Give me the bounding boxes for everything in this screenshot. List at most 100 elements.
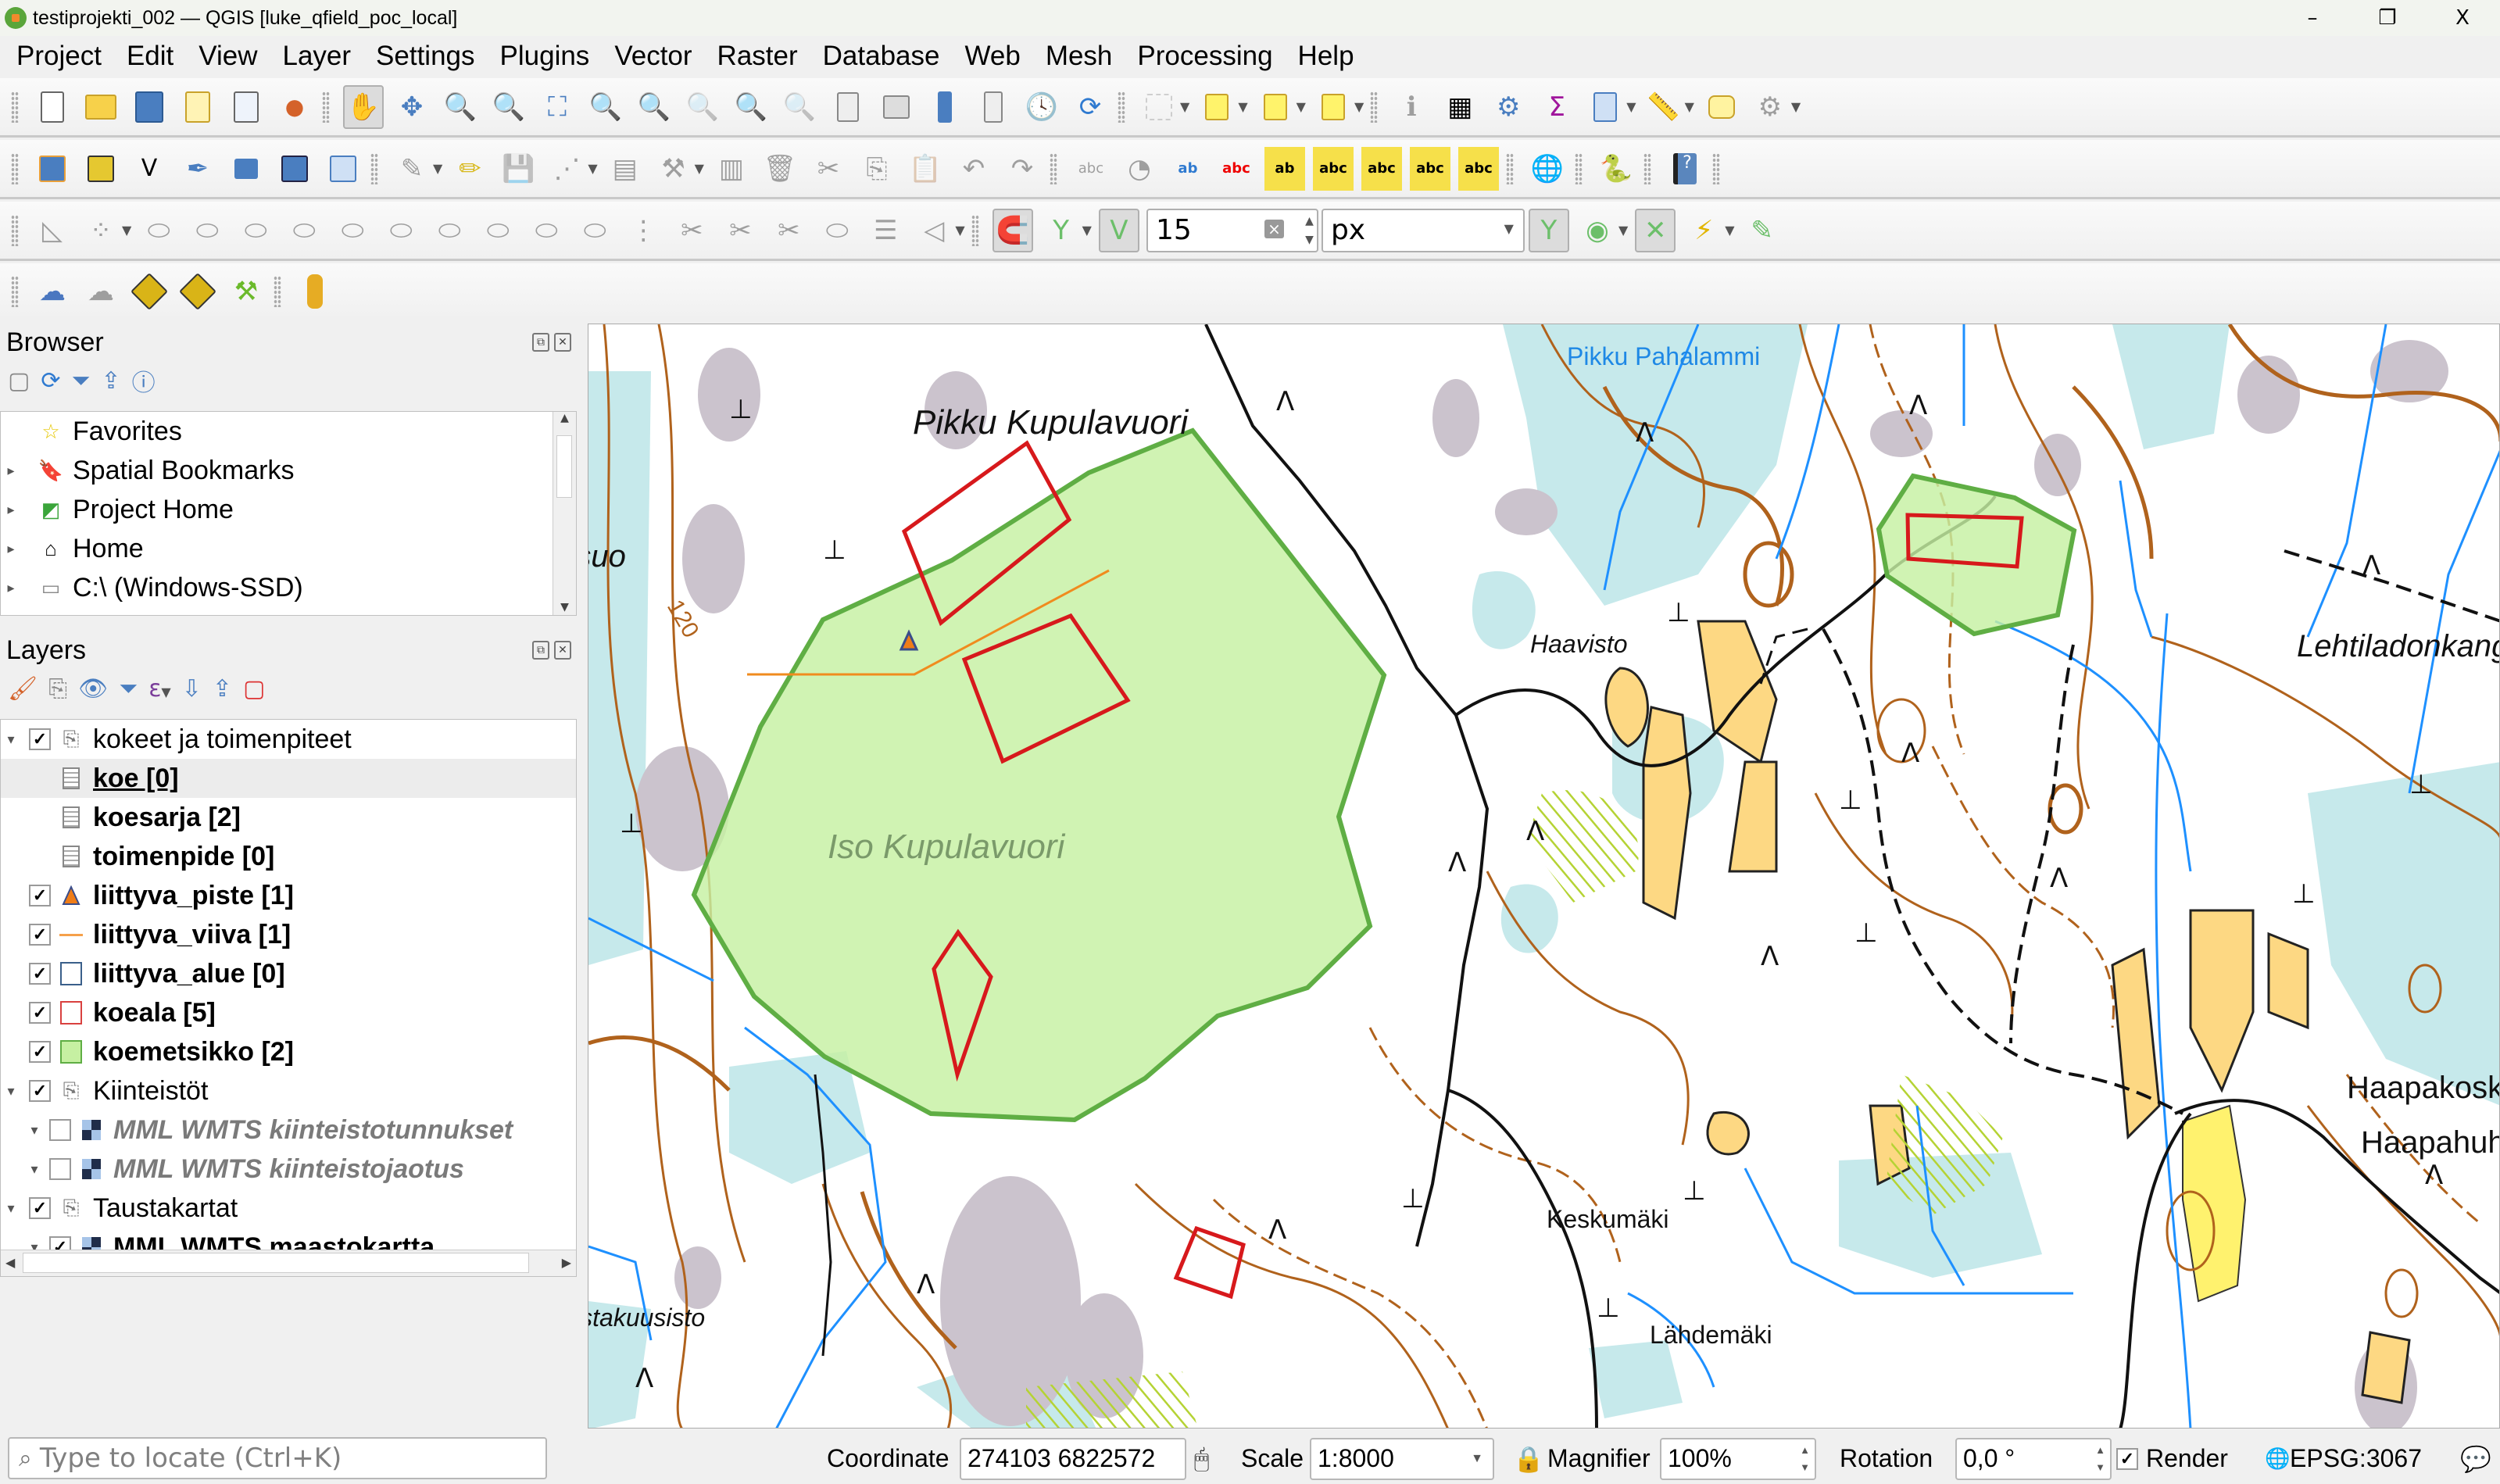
style-manager-icon[interactable]: ● [274, 85, 315, 129]
merge-attributes-icon[interactable]: ⬭ [817, 209, 857, 252]
toolbar-grip[interactable] [1711, 152, 1720, 184]
menu-vector[interactable]: Vector [606, 41, 700, 72]
snapping-layers-icon[interactable]: Y [1041, 209, 1082, 252]
current-edits-icon[interactable]: ✎ [392, 147, 432, 191]
magnifier-spinbox[interactable]: 100% ▲ ▼ [1660, 1437, 1816, 1480]
new-memory-layer-icon[interactable] [226, 147, 266, 191]
toolbar-grip[interactable] [1118, 91, 1125, 123]
menu-raster[interactable]: Raster [709, 41, 807, 72]
toolbar-grip[interactable] [11, 276, 19, 307]
deselect-features-icon[interactable] [1255, 85, 1296, 129]
simplify-feature-icon[interactable]: ⬭ [187, 209, 227, 252]
toolbar-grip[interactable] [322, 91, 330, 123]
attribute-table-icon[interactable] [1585, 85, 1626, 129]
menu-web[interactable]: Web [956, 41, 1028, 72]
topological-editing-icon[interactable]: Y [1528, 208, 1569, 252]
toolbar-grip[interactable] [1574, 152, 1583, 184]
measure-line-icon[interactable]: 📏 [1643, 85, 1684, 129]
layer-visibility-checkbox[interactable] [49, 1158, 71, 1180]
rotate-label-icon[interactable]: abc [1409, 146, 1450, 191]
undo-icon[interactable]: ↶ [953, 147, 994, 191]
add-selected-layers-icon[interactable]: ▢ [8, 367, 30, 395]
remove-layer-icon[interactable]: ▢ [243, 675, 265, 703]
bookmark-icon[interactable] [973, 85, 1014, 129]
manage-visibility-icon[interactable]: 👁 [78, 675, 108, 703]
rotation-spinbox[interactable]: 0,0 ° ▲ ▼ [1955, 1437, 2112, 1480]
move-label-icon[interactable]: abc [1361, 146, 1402, 191]
select-by-location-icon[interactable] [1313, 85, 1354, 129]
snapping-type-icon[interactable]: V [1098, 208, 1139, 252]
delete-ring-icon[interactable]: ⬭ [381, 209, 421, 252]
menu-plugins[interactable]: Plugins [492, 41, 599, 72]
new-shapefile-layer-icon[interactable]: V [129, 147, 170, 191]
map-svg[interactable]: ⊥ ⊥ Λ Λ Λ ⊥ Λ ⊥ ⊥ Λ ⊥ ⊥ Λ Λ Λ Λ ⊥ ⊥ Λ Λ Λ ⊥ Λ ⊥ Pikku Ku… [588, 324, 2500, 1429]
chevron-down-icon[interactable]: ▼ [1626, 99, 1636, 114]
browser-item-c-drive[interactable]: ▸ ▭ C:\ (Windows-SSD) [1, 568, 576, 607]
browser-item-spatial-bookmarks[interactable]: ▸ 🔖 Spatial Bookmarks [1, 451, 576, 490]
chevron-down-icon[interactable]: ▼ [1296, 99, 1306, 114]
style-layer-icon[interactable]: 🖌 [8, 675, 38, 703]
chevron-down-icon[interactable]: ▼ [1791, 99, 1801, 114]
new-mesh-layer-icon[interactable] [323, 147, 363, 191]
chevron-down-icon[interactable]: ▼ [1082, 223, 1092, 238]
expand-arrow-icon[interactable]: ▸ [1, 463, 21, 479]
menu-settings[interactable]: Settings [367, 41, 483, 72]
add-part-icon[interactable]: ⬭ [284, 209, 324, 252]
data-source-manager-icon[interactable] [32, 147, 73, 191]
db-manager-icon[interactable] [295, 270, 335, 313]
expand-all-icon[interactable]: ⇩ [182, 675, 202, 703]
chevron-down-icon[interactable]: ▼ [955, 223, 964, 238]
zoom-full-icon[interactable]: ⛶ [537, 85, 578, 129]
expand-arrow-icon[interactable]: ▾ [24, 1122, 45, 1139]
offset-point-symbols-icon[interactable]: ◁ [914, 209, 954, 252]
reshape-features-icon[interactable]: ⬭ [477, 209, 518, 252]
browser-item-home[interactable]: ▸ ⌂ Home [1, 529, 576, 568]
toolbar-grip[interactable] [1505, 152, 1514, 184]
toolbar-grip[interactable] [1370, 91, 1379, 123]
layer-visibility-checkbox[interactable]: ✓ [29, 1197, 51, 1219]
layers-horizontal-scrollbar[interactable]: ◀ ▶ [1, 1250, 576, 1276]
toggle-extents-icon[interactable]: 🖱 [1194, 1444, 1209, 1474]
layer-item[interactable]: ▾ ✓ ⎘ kokeet ja toimenpiteet [1, 720, 576, 759]
self-snapping-icon[interactable]: ⚡ [1683, 209, 1724, 252]
close-button[interactable]: X [2425, 0, 2500, 36]
move-feature-icon[interactable]: ⁘ [80, 209, 121, 252]
info-icon[interactable]: ⓘ [132, 363, 156, 398]
layer-item[interactable]: ✓ koemetsikko [2] [1, 1032, 576, 1071]
metasearch-icon[interactable]: 🌐 [1527, 147, 1568, 191]
float-panel-icon[interactable]: ⧉ [532, 333, 549, 352]
pin-unpin-labels-icon[interactable]: ab [1264, 146, 1305, 191]
enable-snapping-icon[interactable]: 🧲 [992, 208, 1033, 252]
chevron-down-icon[interactable]: ▼ [433, 161, 442, 176]
qfieldsync-config-icon[interactable]: ⚒ [226, 270, 266, 313]
toggle-editing-icon[interactable]: ✏ [449, 147, 490, 191]
zoom-in-icon[interactable]: 🔍 [440, 85, 481, 129]
layer-item[interactable]: koesarja [2] [1, 798, 576, 837]
select-features-icon[interactable] [1139, 85, 1179, 129]
layer-item[interactable]: ✓ koeala [5] [1, 993, 576, 1032]
zoom-next-icon[interactable]: 🔍 [779, 85, 820, 129]
edit-attributes-icon[interactable]: ▥ [711, 147, 752, 191]
toolbar-grip[interactable] [11, 214, 19, 246]
new-print-layout-icon[interactable] [177, 85, 218, 129]
menu-layer[interactable]: Layer [274, 41, 359, 72]
browser-item-project-home[interactable]: ▸ ◩ Project Home [1, 490, 576, 529]
copy-features-icon[interactable]: ⎘ [857, 147, 897, 191]
filter-icon[interactable]: ⏷ [72, 367, 91, 395]
pan-to-selection-icon[interactable]: ✥ [392, 85, 432, 129]
diagram-icon[interactable]: ◔ [1119, 147, 1160, 191]
save-layer-edits-icon[interactable]: 💾 [498, 147, 538, 191]
layer-visibility-checkbox[interactable]: ✓ [29, 1041, 51, 1063]
chevron-down-icon[interactable]: ▼ [588, 161, 597, 176]
new-project-icon[interactable] [32, 85, 73, 129]
chevron-down-icon[interactable]: ▼ [1618, 223, 1628, 238]
cut-features-icon[interactable]: ✂ [808, 147, 849, 191]
save-project-icon[interactable] [129, 85, 170, 129]
show-bookmarks-icon[interactable] [925, 85, 965, 129]
processing-toolbox-icon[interactable]: ⚙ [1488, 85, 1529, 129]
qfieldsync-package-icon[interactable] [129, 270, 170, 313]
layer-item[interactable]: ✓ liittyva_viiva [1] [1, 915, 576, 954]
expand-arrow-icon[interactable]: ▸ [1, 580, 21, 596]
layer-item[interactable]: ✓ liittyva_piste [1] [1, 876, 576, 915]
coordinate-field[interactable]: 274103 6822572 [960, 1437, 1186, 1480]
